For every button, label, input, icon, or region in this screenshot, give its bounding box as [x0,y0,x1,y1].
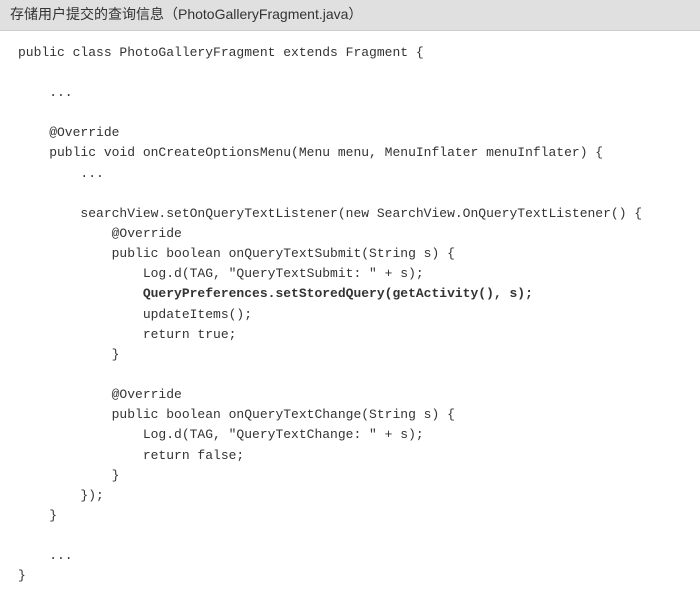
code-line: return false; [18,448,244,463]
code-line: searchView.setOnQueryTextListener(new Se… [18,206,642,221]
code-line: ... [18,85,73,100]
code-block: public class PhotoGalleryFragment extend… [0,31,700,596]
code-line: ... [18,548,73,563]
code-line-bold: QueryPreferences.setStoredQuery(getActiv… [18,286,533,301]
header-title: 存储用户提交的查询信息（PhotoGalleryFragment.java） [10,6,362,22]
code-line: @Override [18,125,119,140]
code-line: } [18,347,119,362]
code-line: } [18,508,57,523]
code-line: @Override [18,387,182,402]
code-line: Log.d(TAG, "QueryTextChange: " + s); [18,427,424,442]
code-line: @Override [18,226,182,241]
code-line: return true; [18,327,236,342]
code-line: public boolean onQueryTextChange(String … [18,407,455,422]
code-line: public class PhotoGalleryFragment extend… [18,45,424,60]
code-line: } [18,568,26,583]
header-bar: 存储用户提交的查询信息（PhotoGalleryFragment.java） [0,0,700,31]
code-line: ... [18,166,104,181]
code-line: } [18,468,119,483]
code-line: Log.d(TAG, "QueryTextSubmit: " + s); [18,266,424,281]
code-line: updateItems(); [18,307,252,322]
code-line: public void onCreateOptionsMenu(Menu men… [18,145,603,160]
code-line: }); [18,488,104,503]
code-line: public boolean onQueryTextSubmit(String … [18,246,455,261]
